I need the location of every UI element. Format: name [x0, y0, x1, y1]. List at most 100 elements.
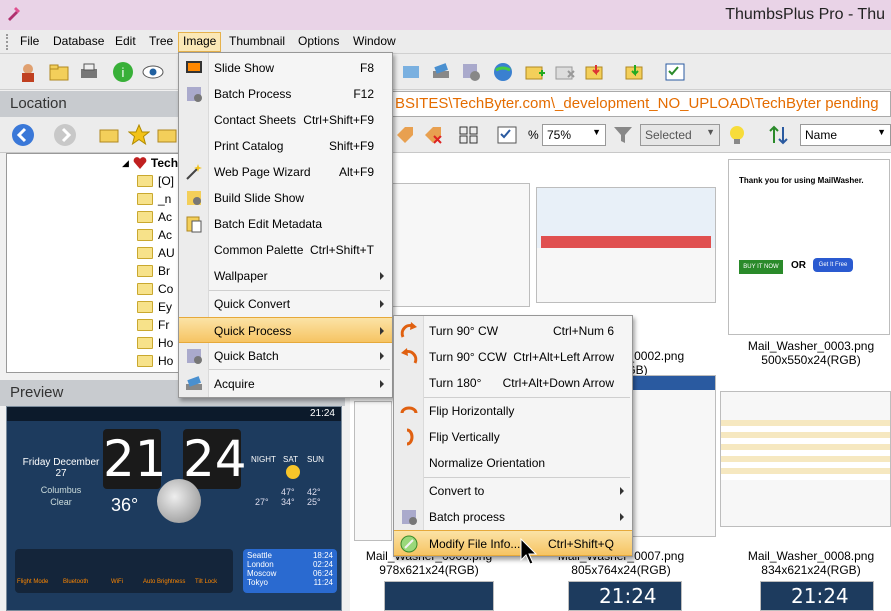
tree-item[interactable]: [O]	[137, 172, 174, 190]
menu-item-acquire[interactable]: Acquire	[179, 371, 392, 397]
add-folder-icon[interactable]	[522, 59, 548, 85]
tree-item-label: Co	[158, 282, 174, 296]
menu-item-modify-file-info[interactable]: Modify File Info... Ctrl+Shift+Q	[394, 530, 632, 556]
tree-item[interactable]: Fr	[137, 316, 169, 334]
printer-icon[interactable]	[76, 59, 102, 85]
sort-order-icon[interactable]	[766, 122, 792, 148]
sort-select[interactable]: Name ▼	[800, 124, 891, 146]
info-icon[interactable]: i	[110, 59, 136, 85]
menu-item-print-catalog[interactable]: Print Catalog Shift+F9	[179, 133, 392, 159]
image-menu: Slide Show F8 Batch Process F12 Contact Sh…	[178, 52, 393, 398]
rotate-ccw-icon	[401, 348, 418, 364]
refresh-folder-icon[interactable]	[96, 122, 122, 148]
menu-item-convert-to[interactable]: Convert to	[394, 478, 632, 504]
menu-item-batch-process[interactable]: Batch Process F12	[179, 81, 392, 107]
thumbnail[interactable]	[720, 391, 891, 527]
folder-icon	[137, 193, 153, 205]
menu-options[interactable]: Options	[294, 33, 343, 51]
remove-folder-icon[interactable]	[552, 59, 578, 85]
quick-batch-icon	[187, 349, 202, 364]
menubar-grip[interactable]	[6, 34, 10, 50]
menu-item-quick-process[interactable]: Quick Process	[179, 317, 392, 343]
filter-select[interactable]: Selected ▼	[640, 124, 720, 146]
menu-thumbnail[interactable]: Thumbnail	[225, 33, 289, 51]
thumbnail[interactable]	[354, 401, 392, 541]
menu-item-flip-horizontally[interactable]: Flip Horizontally	[394, 398, 632, 424]
path-bar[interactable]: BSITES\TechByter.com\_development_NO_UPL…	[340, 91, 891, 117]
tree-item-label: Fr	[158, 318, 170, 332]
favorite-star-icon[interactable]	[126, 122, 152, 148]
menu-item-normalize-orientation[interactable]: Normalize Orientation	[394, 450, 632, 476]
menu-item-common-palette[interactable]: Common Palette Ctrl+Shift+T	[179, 237, 392, 263]
heart-folder-icon	[133, 157, 147, 169]
thumbnail[interactable]: 21:24	[568, 581, 682, 611]
settings-image-icon[interactable]	[458, 59, 484, 85]
app-icon	[8, 7, 20, 21]
thumbnail[interactable]	[384, 581, 494, 611]
menu-item-contact-sheets[interactable]: Contact Sheets Ctrl+Shift+F9	[179, 107, 392, 133]
menu-item-turn-90-cw[interactable]: Turn 90° CW Ctrl+Num 6	[394, 318, 632, 344]
tree-item[interactable]: Ho	[137, 352, 173, 370]
checklist-icon[interactable]	[662, 59, 688, 85]
menu-image[interactable]: Image	[178, 32, 222, 52]
zoom-select[interactable]: 75% ▼	[542, 124, 606, 146]
thumbnail-text: 21:24	[599, 584, 657, 608]
tree-item[interactable]: Ac	[137, 208, 172, 226]
folder-tree-icon[interactable]	[154, 122, 180, 148]
menu-item-flip-vertically[interactable]: Flip Vertically	[394, 424, 632, 450]
menu-item-turn-90-ccw[interactable]: Turn 90° CCW Ctrl+Alt+Left Arrow	[394, 344, 632, 370]
thumbnail[interactable]: Thank you for using MailWasher. BUY IT N…	[728, 159, 890, 335]
toggle-label: WiFi	[111, 579, 123, 585]
eye-icon[interactable]	[140, 59, 166, 85]
download-folder-icon[interactable]	[622, 59, 648, 85]
thumbnail-info: 834x621x24(RGB)	[761, 563, 861, 577]
menu-tree[interactable]: Tree	[145, 33, 177, 51]
menu-edit[interactable]: Edit	[111, 33, 140, 51]
menu-item-turn-180[interactable]: Turn 180° Ctrl+Alt+Down Arrow	[394, 370, 632, 396]
tree-item[interactable]: AU	[137, 244, 175, 262]
tree-item[interactable]: mi	[137, 370, 171, 372]
tree-item-label: Br	[158, 264, 170, 278]
globe-icon[interactable]	[490, 59, 516, 85]
move-folder-icon[interactable]	[582, 59, 608, 85]
menu-item-quick-convert[interactable]: Quick Convert	[179, 291, 392, 317]
thumbnail[interactable]: 21:24	[760, 581, 874, 611]
thumbsplus-icon[interactable]	[15, 59, 41, 85]
tree-item[interactable]: Ho	[137, 334, 173, 352]
tree-item[interactable]: Co	[137, 280, 173, 298]
thumbnail-text: OR	[791, 260, 806, 271]
back-icon[interactable]	[10, 122, 36, 148]
folder-icon	[137, 229, 153, 241]
batch-icon	[402, 510, 417, 525]
thumbnail[interactable]	[536, 187, 716, 303]
menu-file[interactable]: File	[16, 33, 43, 51]
menu-item-wallpaper[interactable]: Wallpaper	[179, 263, 392, 289]
tree-item[interactable]: Ac	[137, 226, 172, 244]
tree-item[interactable]: Ey	[137, 298, 172, 316]
expand-arrow-icon[interactable]: ◢	[122, 158, 129, 169]
menu-item-batch-process-sub[interactable]: Batch process	[394, 504, 632, 530]
menu-window[interactable]: Window	[349, 33, 400, 51]
select-check-icon[interactable]	[494, 122, 520, 148]
menu-item-build-slide-show[interactable]: Build Slide Show	[179, 185, 392, 211]
tag-icon[interactable]	[392, 122, 418, 148]
folder-icon[interactable]	[46, 59, 72, 85]
menu-item-web-page-wizard[interactable]: Web Page Wizard Alt+F9	[179, 159, 392, 185]
tree-item[interactable]: _n	[137, 190, 171, 208]
remove-tag-icon[interactable]	[420, 122, 446, 148]
chevron-down-icon: ▼	[592, 127, 601, 137]
menu-database[interactable]: Database	[49, 33, 108, 51]
menu-item-quick-batch[interactable]: Quick Batch	[179, 343, 392, 369]
tree-item[interactable]: Br	[137, 262, 170, 280]
menu-item-batch-edit-metadata[interactable]: Batch Edit Metadata	[179, 211, 392, 237]
menu-item-slide-show[interactable]: Slide Show F8	[179, 55, 392, 81]
scanner-icon	[186, 376, 202, 390]
city-time: 02:24	[312, 560, 333, 569]
scanner-icon[interactable]	[428, 59, 454, 85]
city-time: 18:24	[312, 551, 333, 560]
grid-view-icon[interactable]	[456, 122, 482, 148]
sort-icon[interactable]	[398, 59, 424, 85]
forward-icon[interactable]	[52, 122, 78, 148]
filter-icon[interactable]	[610, 122, 636, 148]
lightbulb-icon[interactable]	[724, 122, 750, 148]
